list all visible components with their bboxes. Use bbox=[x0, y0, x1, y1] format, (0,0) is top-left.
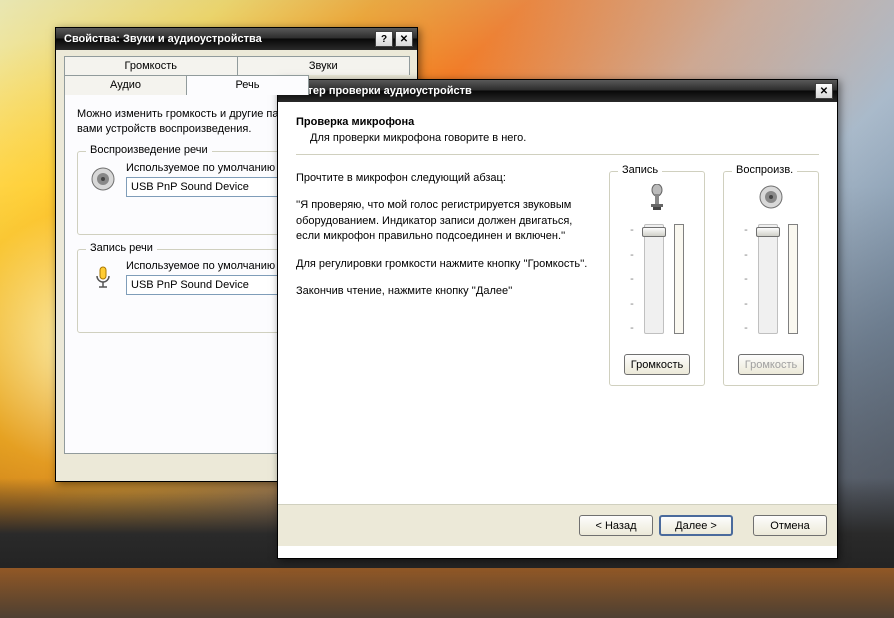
close-button[interactable]: ✕ bbox=[815, 83, 833, 99]
slider-ticks: ----- bbox=[744, 224, 748, 334]
instruction-label: Прочтите в микрофон следующий абзац: bbox=[296, 171, 589, 186]
titlebar[interactable]: Мастер проверки аудиоустройств ✕ bbox=[278, 80, 837, 102]
tab-audio[interactable]: Аудио bbox=[64, 75, 187, 95]
divider bbox=[296, 154, 819, 155]
instruction-text: Прочтите в микрофон следующий абзац: ''Я… bbox=[296, 171, 589, 386]
microphone-icon bbox=[620, 184, 694, 214]
volume-hint: Для регулировки громкости нажмите кнопку… bbox=[296, 257, 589, 272]
audio-wizard-window: Мастер проверки аудиоустройств ✕ Проверк… bbox=[277, 79, 838, 559]
next-button[interactable]: Далее > bbox=[659, 515, 733, 536]
playback-volume-button: Громкость bbox=[738, 354, 804, 375]
record-meter-group: Запись ----- Громкость bbox=[609, 171, 705, 386]
group-legend: Запись речи bbox=[86, 242, 157, 254]
group-legend: Воспроизведение речи bbox=[86, 144, 212, 156]
speaker-icon bbox=[88, 164, 118, 194]
window-title: Свойства: Звуки и аудиоустройства bbox=[64, 33, 373, 45]
playback-volume-slider[interactable] bbox=[758, 224, 778, 334]
wizard-footer: < Назад Далее > Отмена bbox=[278, 504, 837, 546]
group-legend: Запись bbox=[618, 164, 662, 176]
record-volume-button[interactable]: Громкость bbox=[624, 354, 690, 375]
group-legend: Воспроизв. bbox=[732, 164, 797, 176]
record-level-meter bbox=[674, 224, 684, 334]
playback-meter-group: Воспроизв. ----- Громкость bbox=[723, 171, 819, 386]
slider-thumb[interactable] bbox=[642, 227, 666, 237]
titlebar[interactable]: Свойства: Звуки и аудиоустройства ? ✕ bbox=[56, 28, 417, 50]
record-volume-slider[interactable] bbox=[644, 224, 664, 334]
wizard-body: Проверка микрофона Для проверки микрофон… bbox=[278, 102, 837, 558]
microphone-icon bbox=[88, 262, 118, 292]
wizard-heading: Проверка микрофона bbox=[296, 116, 819, 128]
tab-volume[interactable]: Громкость bbox=[64, 56, 238, 75]
window-title: Мастер проверки аудиоустройств bbox=[286, 85, 813, 97]
slider-thumb[interactable] bbox=[756, 227, 780, 237]
speaker-icon bbox=[734, 184, 808, 214]
help-button[interactable]: ? bbox=[375, 31, 393, 47]
wizard-subheading: Для проверки микрофона говорите в него. bbox=[310, 132, 819, 144]
tab-sounds[interactable]: Звуки bbox=[237, 56, 411, 75]
next-hint: Закончив чтение, нажмите кнопку ''Далее'… bbox=[296, 284, 589, 299]
test-paragraph: ''Я проверяю, что мой голос регистрирует… bbox=[296, 198, 589, 244]
playback-level-meter bbox=[788, 224, 798, 334]
cancel-button[interactable]: Отмена bbox=[753, 515, 827, 536]
tab-speech[interactable]: Речь bbox=[186, 75, 309, 95]
close-button[interactable]: ✕ bbox=[395, 31, 413, 47]
back-button[interactable]: < Назад bbox=[579, 515, 653, 536]
wallpaper-water bbox=[0, 568, 894, 618]
slider-ticks: ----- bbox=[630, 224, 634, 334]
